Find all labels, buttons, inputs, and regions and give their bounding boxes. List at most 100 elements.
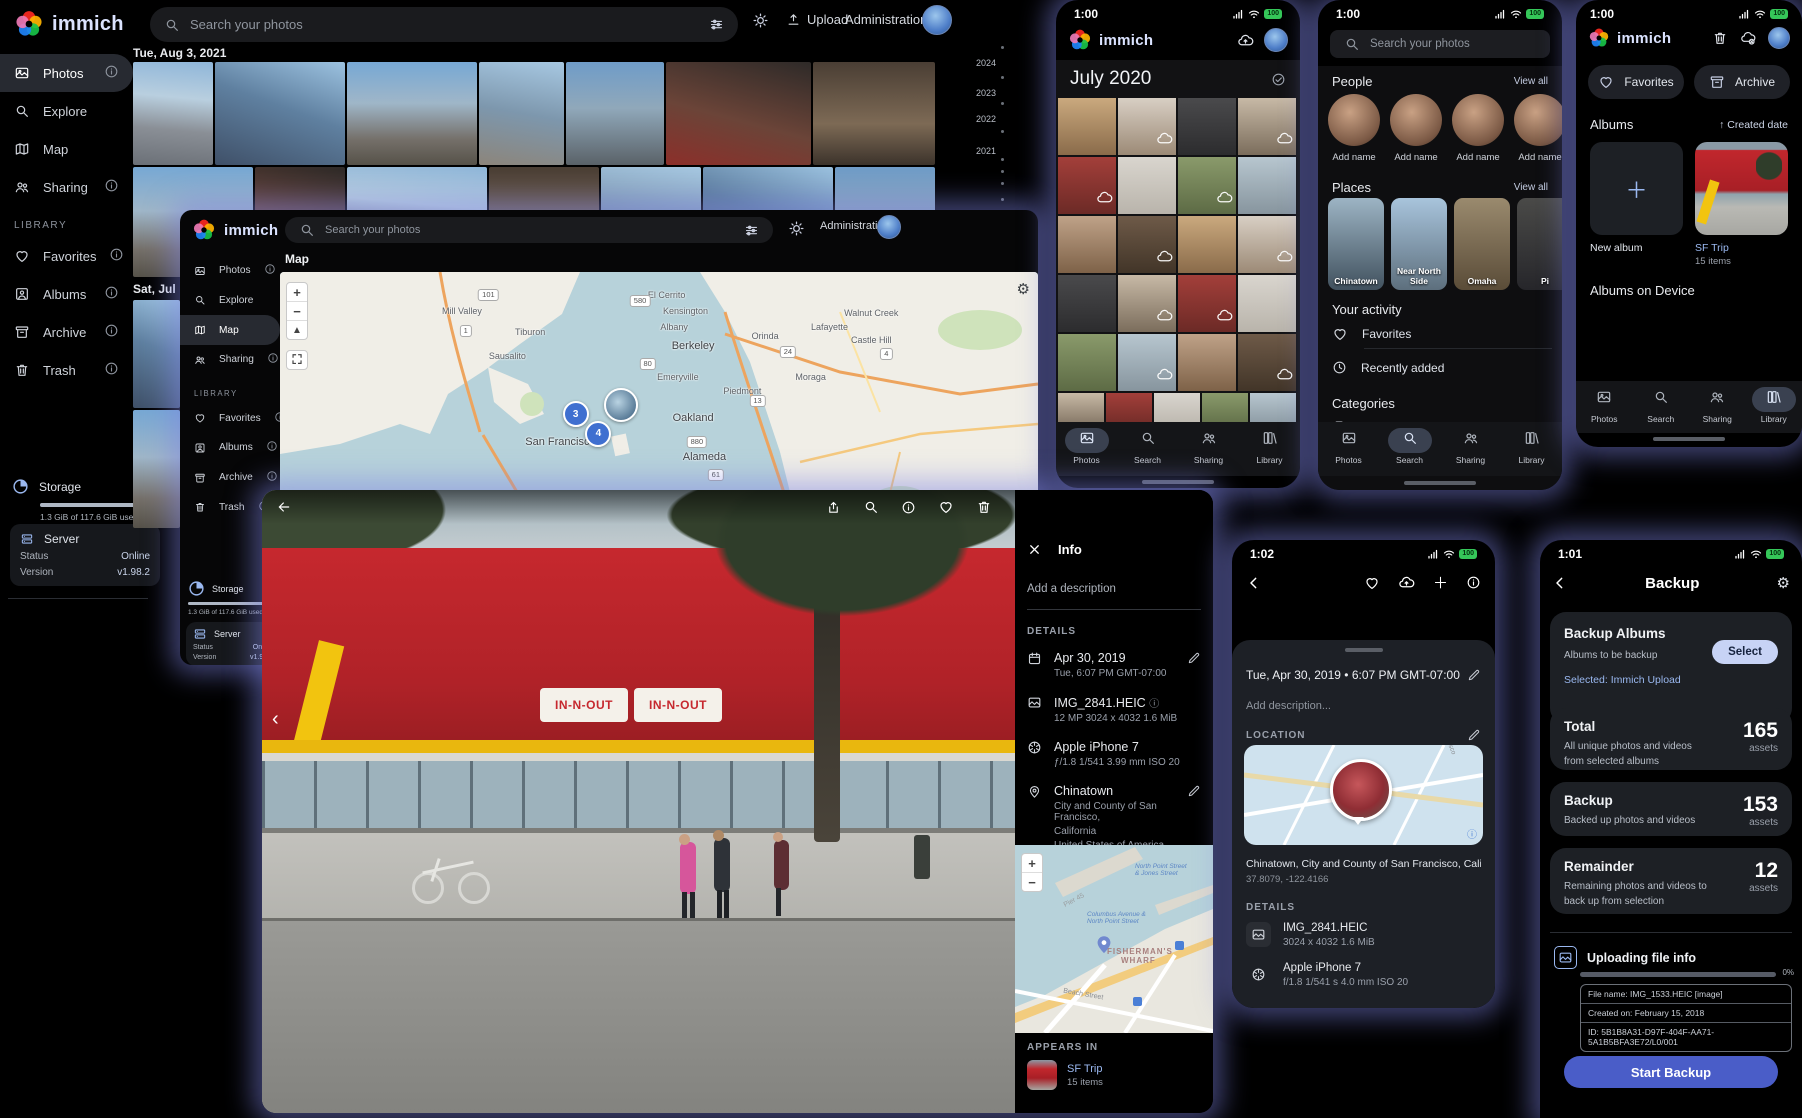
scrubber-year[interactable]: 2023 [976,88,996,98]
sidebar-item-map[interactable]: Map [0,130,133,168]
photo-thumbnail[interactable] [1178,157,1236,214]
person-item[interactable]: Add name [1514,94,1562,172]
photo-thumbnail[interactable] [666,62,811,165]
info-icon[interactable] [104,285,119,303]
person-item[interactable]: Add name [1390,94,1442,172]
nav-item-photos[interactable]: Photos [1576,387,1633,424]
sidebar-item-albums[interactable]: Albums [180,433,280,463]
location-map[interactable]: +− FISHERMAN'SWHARF Beach Street Pier 45… [1015,845,1213,1033]
location-map[interactable]: d - San Francisco ⓘ [1244,745,1483,845]
scrubber-year[interactable]: 2021 [976,146,996,156]
info-icon[interactable] [104,178,119,196]
photo-thumbnail[interactable] [566,62,664,165]
info-icon[interactable] [266,470,278,485]
detail-date-row[interactable]: Apr 30, 2019 Tue, 6:07 PM GMT-07:00 [1015,637,1213,679]
place-card[interactable]: Near North Side [1391,198,1447,290]
nav-item-sharing[interactable]: Sharing [1689,387,1746,424]
photo-thumbnail[interactable] [1178,334,1236,391]
map-zoom-control[interactable]: + − ▲ [286,282,308,340]
photo-thumbnail[interactable] [133,62,213,165]
photo-map-marker[interactable] [1330,759,1392,821]
add-name-label[interactable]: Add name [1514,152,1562,163]
heart-icon[interactable] [1364,575,1380,591]
sidebar-item-photos[interactable]: Photos [0,54,133,92]
place-card[interactable]: Omaha [1454,198,1510,290]
sidebar-item-trash[interactable]: Trash [0,351,133,389]
sidebar-item-map[interactable]: Map [180,315,280,345]
search-input[interactable]: Search your photos [1330,30,1550,58]
info-icon[interactable] [1466,575,1481,590]
photo-thumbnail[interactable] [1058,98,1116,155]
sidebar-item-albums[interactable]: Albums [0,275,133,313]
cloud-sync-icon[interactable] [1237,32,1254,49]
person-item[interactable]: Add name [1452,94,1504,172]
info-icon[interactable] [104,323,119,341]
settings-gear-icon[interactable]: ⚙ [1777,574,1790,592]
nav-item-library[interactable]: Library [1746,387,1802,424]
administration-link[interactable]: Administration [845,12,927,27]
edit-pencil-icon[interactable] [1187,651,1201,665]
nav-item-library[interactable]: Library [1501,428,1562,465]
map-cluster-marker[interactable]: 4 [585,421,611,447]
add-name-label[interactable]: Add name [1328,152,1380,163]
nav-item-search[interactable]: Search [1117,428,1178,465]
photo-thumbnail[interactable] [1118,157,1176,214]
map-fullscreen-control[interactable]: ⛶ [286,350,308,370]
photo-thumbnail[interactable] [1238,216,1296,273]
edit-pencil-icon[interactable] [1187,784,1201,798]
place-card[interactable]: Pi [1517,198,1562,290]
select-all-check-icon[interactable] [1271,72,1286,87]
photo-thumbnail[interactable] [133,410,180,528]
photo-thumbnail[interactable] [1238,275,1296,332]
info-icon[interactable] [104,64,119,82]
add-name-label[interactable]: Add name [1452,152,1504,163]
photo-thumbnail[interactable] [133,300,180,408]
share-icon[interactable] [826,500,841,515]
nav-item-photos[interactable]: Photos [1318,428,1379,465]
map-cluster-marker[interactable]: 3 [563,401,589,427]
info-icon[interactable] [264,263,276,278]
trash-icon[interactable] [1712,30,1728,46]
photo-thumbnail[interactable] [1058,275,1116,332]
place-card[interactable]: Chinatown [1328,198,1384,290]
edit-pencil-icon[interactable] [1467,668,1481,682]
zoom-out-button[interactable]: − [287,301,307,320]
back-chevron-icon[interactable] [1246,575,1262,591]
scrubber-year[interactable]: 2022 [976,114,996,124]
map-settings-gear-icon[interactable]: ⚙ [1017,280,1030,298]
favorites-button[interactable]: Favorites [1588,65,1684,99]
appears-in-album[interactable]: SF Trip 15 items [1027,1060,1103,1090]
filter-icon[interactable] [744,223,759,238]
album-tile-sftrip[interactable]: SF Trip 15 items [1695,142,1788,267]
photo-thumbnail[interactable] [1058,334,1116,391]
mini-map-zoom[interactable]: +− [1021,853,1043,892]
albums-sort-button[interactable]: ↑ Created date [1719,119,1788,131]
photo-thumbnail[interactable] [1058,216,1116,273]
archive-button[interactable]: Archive [1694,65,1790,99]
info-icon[interactable] [901,500,916,515]
photo-thumbnail[interactable] [1118,216,1176,273]
description-input[interactable]: Add description... [1232,682,1495,712]
close-icon[interactable] [1027,542,1042,557]
photo-thumbnail[interactable] [1178,98,1236,155]
new-album-tile[interactable]: ＋ New album [1590,142,1683,267]
theme-toggle-icon[interactable] [752,12,769,29]
sidebar-item-sharing[interactable]: Sharing [180,345,280,375]
person-item[interactable]: Add name [1328,94,1380,172]
photo-thumbnail[interactable] [1178,275,1236,332]
map-photo-marker[interactable] [604,388,638,422]
heart-icon[interactable] [938,499,954,515]
cloud-upload-icon[interactable] [1398,574,1415,591]
zoom-icon[interactable] [863,499,879,515]
photo-thumbnail[interactable] [1118,275,1176,332]
nav-item-library[interactable]: Library [1239,428,1300,465]
start-backup-button[interactable]: Start Backup [1564,1056,1778,1088]
previous-photo-chevron[interactable]: ‹ [272,708,279,731]
sidebar-item-archive[interactable]: Archive [180,463,280,493]
theme-toggle-icon[interactable] [788,220,805,237]
search-input[interactable]: Search your photos [285,217,773,243]
nav-item-sharing[interactable]: Sharing [1178,428,1239,465]
filter-icon[interactable] [709,17,724,32]
sidebar-item-archive[interactable]: Archive [0,313,133,351]
sidebar-item-sharing[interactable]: Sharing [0,168,133,206]
